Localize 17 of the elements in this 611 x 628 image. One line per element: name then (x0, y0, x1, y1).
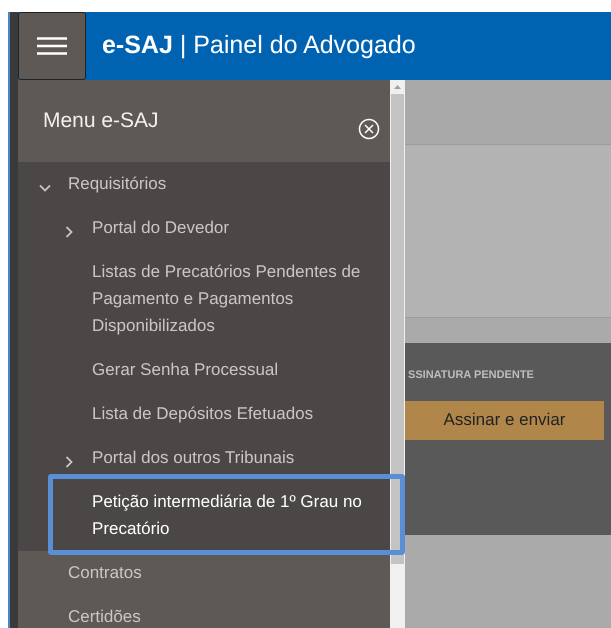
menu-item[interactable]: Requisitórios (68, 170, 166, 197)
menu-item[interactable]: Listas de Precatórios Pendentes de Pagamento e Pagamentos Disponibilizados (92, 258, 380, 339)
close-button[interactable] (358, 117, 380, 141)
menu-item[interactable]: Petição intermediária de 1º Grau no Precatório (92, 488, 380, 542)
menu-item[interactable]: Gerar Senha Processual (92, 356, 278, 383)
scrollbar-thumb[interactable] (391, 94, 404, 564)
status-label: SSINATURA PENDENTE (408, 368, 535, 383)
app-title: e-SAJ | Painel do Advogado (102, 30, 416, 62)
menu-icon (37, 37, 67, 55)
menu-item[interactable]: Contratos (68, 559, 142, 586)
menu-item[interactable]: Portal do Devedor (92, 214, 230, 241)
sign-send-button[interactable]: Assinar e enviar (405, 400, 604, 440)
menu-item[interactable]: Lista de Depósitos Efetuados (92, 400, 314, 427)
menu-item[interactable]: Portal dos outros Tribunais (92, 444, 294, 471)
menu-button[interactable] (18, 12, 86, 80)
menu-item[interactable]: Certidões (68, 603, 141, 628)
menu-title: Menu e-SAJ (43, 108, 159, 134)
